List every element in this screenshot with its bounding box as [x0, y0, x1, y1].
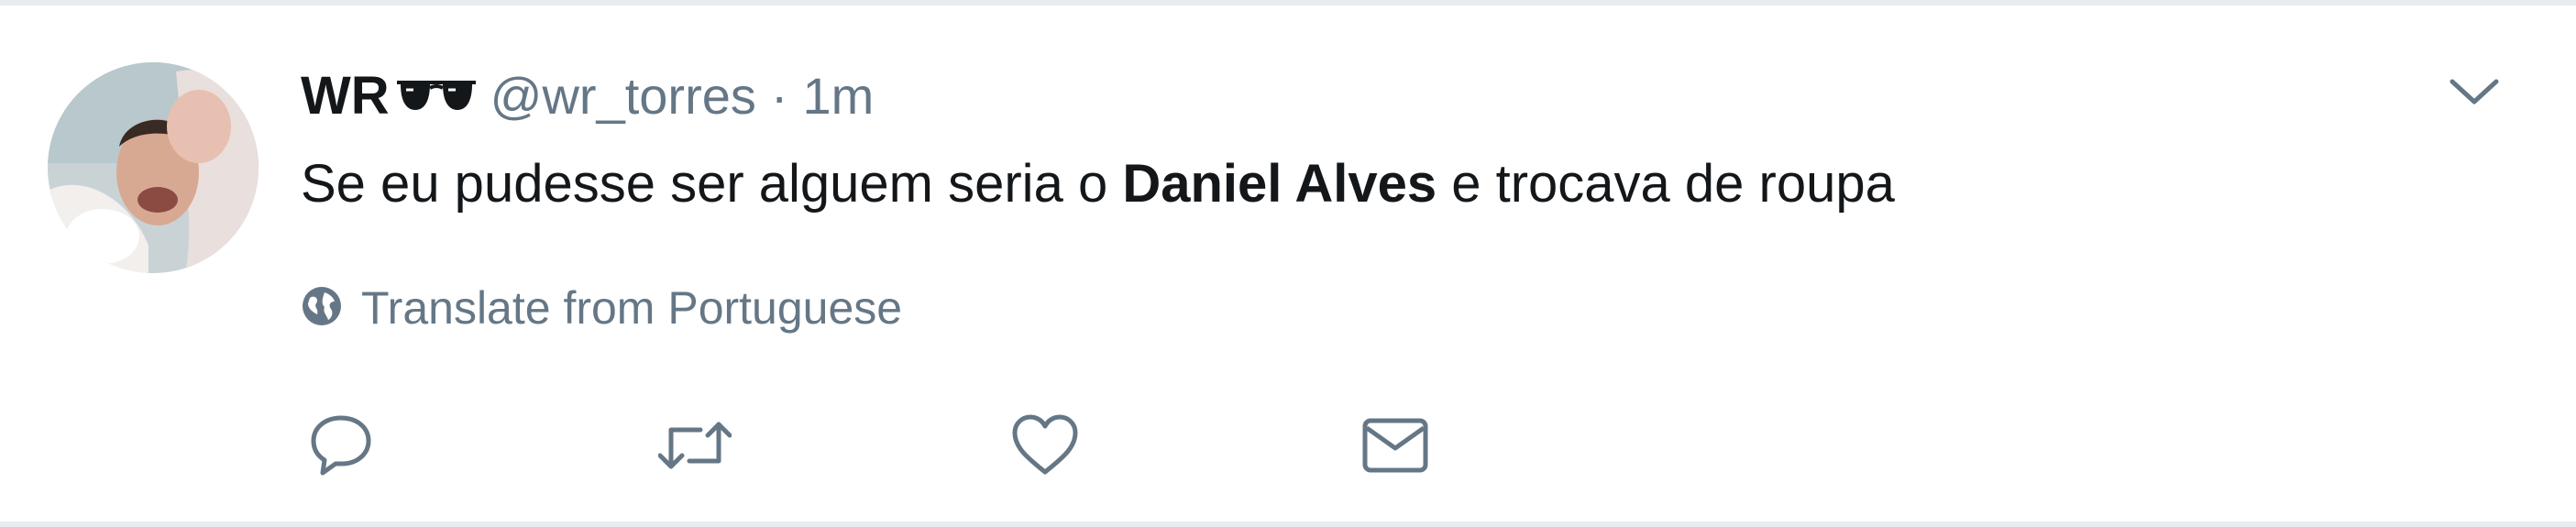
chevron-down-icon [2449, 76, 2500, 112]
retweet-arrows-icon [658, 415, 732, 476]
retweet-button[interactable] [656, 407, 733, 484]
tweet-text-start: Se eu pudesse ser alguem seria o [301, 154, 1123, 214]
envelope-icon [1361, 417, 1429, 474]
display-name[interactable]: WR [301, 65, 390, 126]
timestamp[interactable]: 1m [803, 66, 875, 126]
globe-icon [301, 285, 343, 332]
translate-link[interactable]: Translate from Portuguese [301, 276, 902, 340]
heart-icon [1010, 413, 1080, 478]
direct-message-button[interactable] [1357, 407, 1434, 484]
tweet-card[interactable]: WR @wr_torres · 1m Se eu pudesse ser alg… [0, 0, 2576, 527]
reply-button[interactable] [303, 407, 380, 484]
tweet-text: Se eu pudesse ser alguem seria o Daniel … [301, 148, 1895, 221]
tweet-text-end: e trocava de roupa [1437, 154, 1895, 214]
tweet-header: WR @wr_torres · 1m [301, 59, 874, 132]
speech-bubble-icon [308, 412, 374, 478]
avatar[interactable] [48, 62, 259, 273]
tweet-text-bold: Daniel Alves [1122, 154, 1437, 214]
tweet-menu-button[interactable] [2442, 66, 2506, 121]
like-button[interactable] [1007, 407, 1084, 484]
sunglasses-emoji-icon [395, 77, 478, 114]
separator-dot: · [770, 66, 788, 125]
user-handle[interactable]: @wr_torres [490, 66, 756, 126]
translate-label: Translate from Portuguese [361, 282, 903, 334]
